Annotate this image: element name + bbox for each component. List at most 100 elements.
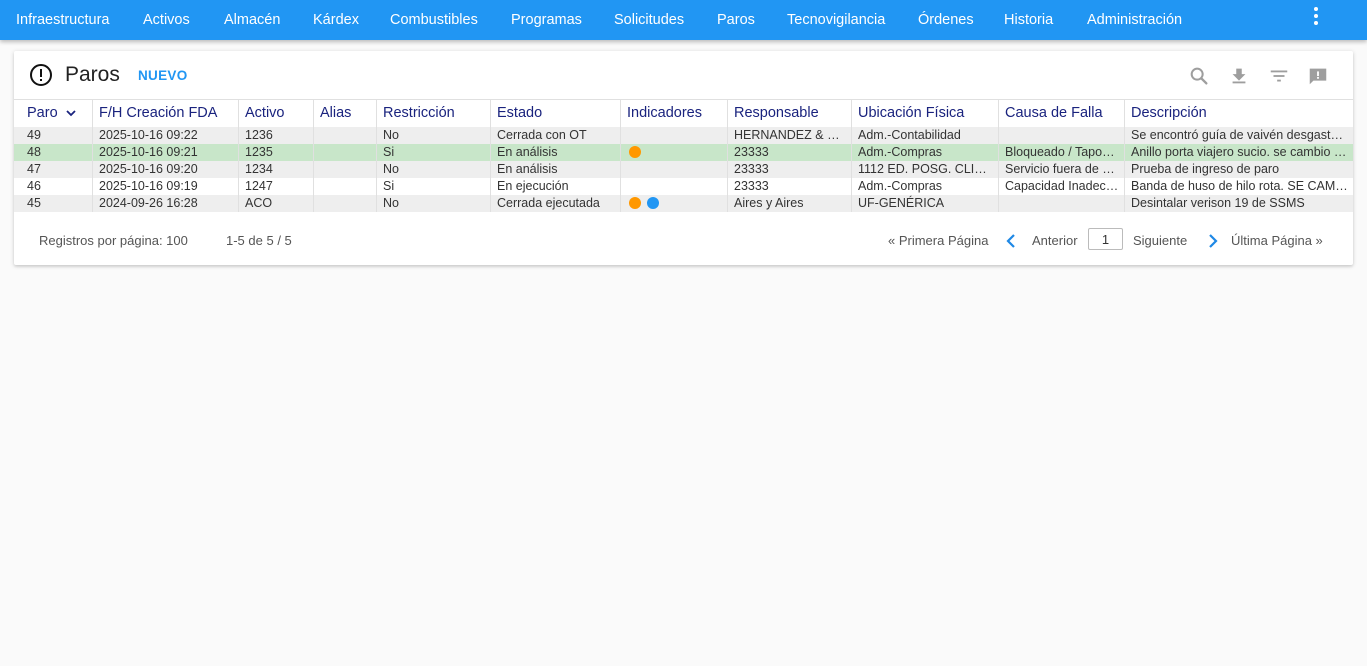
column-header-activo[interactable]: Activo <box>239 100 314 127</box>
cell-indicadores <box>621 195 728 212</box>
cell-responsable: Aires y Aires <box>728 195 852 212</box>
feedback-icon[interactable] <box>1307 65 1329 87</box>
cell-paro: 46 <box>21 178 93 195</box>
cell-fecha: 2025-10-16 09:19 <box>93 178 239 195</box>
cell-activo: 1247 <box>239 178 314 195</box>
download-icon[interactable] <box>1228 65 1250 87</box>
table-row[interactable]: 47 2025-10-16 09:20 1234 No En análisis 23333… <box>14 161 1353 178</box>
cell-alias <box>314 161 377 178</box>
cell-descripcion: Banda de huso de hilo rota. SE CAMBIO BA… <box>1131 179 1353 193</box>
cell-indicadores <box>621 178 728 195</box>
filter-icon[interactable] <box>1268 65 1290 87</box>
cell-causa: Servicio fuera de diseño <box>999 161 1125 178</box>
nav-item-kardex[interactable]: Kárdex <box>313 0 359 40</box>
cell-restriccion: Si <box>377 178 491 195</box>
cell-alias <box>314 144 377 161</box>
nav-item-infraestructura[interactable]: Infraestructura <box>16 0 110 40</box>
cell-alias <box>314 127 377 144</box>
cell-restriccion: No <box>377 161 491 178</box>
nav-item-tecnovigilancia[interactable]: Tecnovigilancia <box>787 0 885 40</box>
nav-item-combustibles[interactable]: Combustibles <box>390 0 478 40</box>
column-header-estado[interactable]: Estado <box>491 100 621 127</box>
search-icon[interactable] <box>1188 65 1210 87</box>
table-row[interactable]: 46 2025-10-16 09:19 1247 Si En ejecución 2333… <box>14 178 1353 195</box>
cell-causa <box>999 127 1125 144</box>
cell-indicadores <box>621 144 728 161</box>
cell-activo: 1234 <box>239 161 314 178</box>
table-row[interactable]: 45 2024-09-26 16:28 ACO No Cerrada ejecutada… <box>14 195 1353 212</box>
cell-fecha: 2025-10-16 09:22 <box>93 127 239 144</box>
cell-descripcion: Prueba de ingreso de paro <box>1131 162 1280 176</box>
table-row[interactable]: 49 2025-10-16 09:22 1236 No Cerrada con OT HE… <box>14 127 1353 144</box>
nav-item-solicitudes[interactable]: Solicitudes <box>614 0 684 40</box>
first-page-link[interactable]: « Primera Página <box>888 231 988 251</box>
cell-alias <box>314 178 377 195</box>
page-number-input[interactable] <box>1088 228 1123 250</box>
cell-ubicacion: Adm.-Contabilidad <box>852 127 999 144</box>
cell-causa <box>999 195 1125 212</box>
cell-causa: Bloqueado / Taponado <box>999 144 1125 161</box>
previous-page-link[interactable]: Anterior <box>1032 231 1078 251</box>
column-header-ubicacion[interactable]: Ubicación Física <box>852 100 999 127</box>
cell-estado: En ejecución <box>491 178 621 195</box>
column-header-causa[interactable]: Causa de Falla <box>999 100 1125 127</box>
cell-estado: Cerrada con OT <box>491 127 621 144</box>
alert-circle-icon <box>30 64 52 86</box>
column-header-restriccion[interactable]: Restricción <box>377 100 491 127</box>
column-header-descripcion[interactable]: Descripción <box>1125 100 1353 127</box>
nav-item-administracion[interactable]: Administración <box>1087 0 1182 40</box>
indicator-dot <box>647 197 659 209</box>
nav-item-ordenes[interactable]: Órdenes <box>918 0 974 40</box>
column-header-indicadores[interactable]: Indicadores <box>621 100 728 127</box>
nav-item-programas[interactable]: Programas <box>511 0 582 40</box>
cell-estado: Cerrada ejecutada <box>491 195 621 212</box>
chevron-right-icon[interactable] <box>1204 233 1220 249</box>
page-title: Paros <box>65 63 120 86</box>
column-header-paro[interactable]: Paro <box>21 100 93 127</box>
cell-activo: 1235 <box>239 144 314 161</box>
cell-alias <box>314 195 377 212</box>
cell-responsable: 23333 <box>728 178 852 195</box>
cell-restriccion: Si <box>377 144 491 161</box>
cell-responsable: HERNANDEZ & GOMEZ <box>728 127 852 144</box>
rows-per-page[interactable]: Registros por página: 100 <box>39 231 188 251</box>
cell-fecha: 2025-10-16 09:20 <box>93 161 239 178</box>
cell-ubicacion: UF-GENÉRICA <box>852 195 999 212</box>
chevron-left-icon[interactable] <box>1004 233 1020 249</box>
cell-paro: 47 <box>21 161 93 178</box>
cell-activo: 1236 <box>239 127 314 144</box>
more-vert-icon[interactable] <box>1309 6 1323 28</box>
cell-activo: ACO <box>239 195 314 212</box>
cell-ubicacion: Adm.-Compras <box>852 178 999 195</box>
paros-card: Paros NUEVO Paro F/H Creación FDA Activo… <box>14 51 1353 265</box>
table-header: Paro F/H Creación FDA Activo Alias Restr… <box>14 99 1353 128</box>
range-label: 1-5 de 5 / 5 <box>226 233 292 248</box>
nav-item-activos[interactable]: Activos <box>143 0 190 40</box>
pagination-bar: Registros por página: 100 1-5 de 5 / 5 «… <box>14 227 1353 257</box>
column-header-responsable[interactable]: Responsable <box>728 100 852 127</box>
cell-fecha: 2024-09-26 16:28 <box>93 195 239 212</box>
cell-restriccion: No <box>377 127 491 144</box>
nav-item-paros[interactable]: Paros <box>717 0 755 40</box>
last-page-link[interactable]: Última Página » <box>1231 231 1323 251</box>
next-page-link[interactable]: Siguiente <box>1133 231 1187 251</box>
new-button[interactable]: NUEVO <box>138 68 188 83</box>
cell-indicadores <box>621 161 728 178</box>
cell-estado: En análisis <box>491 144 621 161</box>
column-header-fecha[interactable]: F/H Creación FDA <box>93 100 239 127</box>
cell-responsable: 23333 <box>728 144 852 161</box>
cell-paro: 49 <box>21 127 93 144</box>
top-nav: Infraestructura Activos Almacén Kárdex C… <box>0 0 1367 40</box>
cell-estado: En análisis <box>491 161 621 178</box>
indicator-dot <box>629 197 641 209</box>
cell-responsable: 23333 <box>728 161 852 178</box>
nav-item-almacen[interactable]: Almacén <box>224 0 280 40</box>
chevron-down-icon <box>66 110 76 117</box>
indicator-dot <box>629 146 641 158</box>
cell-descripcion: Desintalar verison 19 de SSMS <box>1131 196 1305 210</box>
cell-descripcion: Anillo porta viajero sucio. se cambio an… <box>1131 145 1353 159</box>
cell-paro: 48 <box>21 144 93 161</box>
table-row[interactable]: 48 2025-10-16 09:21 1235 Si En análisis 23333… <box>14 144 1353 161</box>
column-header-alias[interactable]: Alias <box>314 100 377 127</box>
nav-item-historia[interactable]: Historia <box>1004 0 1053 40</box>
